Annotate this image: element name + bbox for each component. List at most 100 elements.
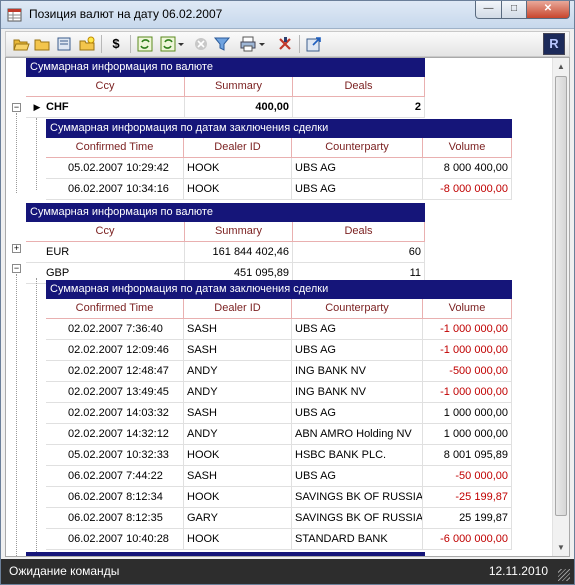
refresh-dropdown-icon[interactable] [159,35,177,53]
status-text: Ожидание команды [9,564,120,578]
scroll-up-arrow-icon[interactable]: ▲ [553,58,569,75]
cell-volume: 1 000 000,00 [423,424,512,445]
maximize-button[interactable]: □ [501,1,527,19]
cell-counterparty: SAVINGS BK OF RUSSIA [292,487,423,508]
cell-confirmed-time: 02.02.2007 13:49:45 [46,382,184,403]
deal-details-grid-1: Суммарная информация по датам заключения… [46,119,512,200]
refresh-doc-icon[interactable] [56,35,74,53]
delete-icon[interactable] [276,35,294,53]
table-app-icon [7,8,22,22]
filter-icon[interactable] [213,35,231,53]
column-header-deals[interactable]: Deals [293,77,425,97]
tree-line [16,274,17,556]
expand-expander[interactable]: + [12,244,21,253]
header-row: Ccy Summary Deals [26,222,425,242]
currency-summary-grid-2: Суммарная информация по валюте Ccy Summa… [26,203,425,284]
scroll-thumb[interactable] [555,76,567,516]
table-row[interactable]: EUR 161 844 402,46 60 [26,242,425,263]
cell-dealer-id: ANDY [184,361,292,382]
cell-summary: 400,00 [185,97,293,118]
export-icon[interactable] [305,35,323,53]
column-header-dealer-id[interactable]: Dealer ID [184,138,292,158]
table-row[interactable]: 06.02.2007 8:12:35 GARY SAVINGS BK OF RUSS… [46,508,512,529]
cell-volume: 8 001 095,89 [423,445,512,466]
cell-dealer-id: GARY [184,508,292,529]
cell-counterparty: ABN AMRO Holding NV [292,424,423,445]
cell-volume: -8 000 000,00 [423,179,512,200]
app-logo: R [543,33,565,55]
table-row[interactable]: 02.02.2007 7:36:40 SASH UBS AG -1 000 000,0… [46,319,512,340]
column-header-counterparty[interactable]: Counterparty [292,299,423,319]
toolbar-separator [299,35,300,53]
cell-counterparty: ING BANK NV [292,382,423,403]
cell-counterparty: UBS AG [292,158,423,179]
column-header-confirmed-time[interactable]: Confirmed Time [46,299,184,319]
table-row[interactable]: 02.02.2007 12:09:46 SASH UBS AG -1 000 000,… [46,340,512,361]
column-header-confirmed-time[interactable]: Confirmed Time [46,138,184,158]
cell-confirmed-time: 02.02.2007 12:48:47 [46,361,184,382]
cell-volume: -50 000,00 [423,466,512,487]
cell-deals: 2 [293,97,425,118]
band-caption: Суммарная информация по валюте [26,58,425,77]
table-row[interactable]: 06.02.2007 7:44:22 SASH UBS AG -50 000,00 [46,466,512,487]
cell-summary: 161 844 402,46 [185,242,293,263]
cell-confirmed-time: 02.02.2007 7:36:40 [46,319,184,340]
column-header-ccy[interactable]: Ccy [26,222,185,242]
new-icon[interactable] [78,35,96,53]
table-row[interactable]: 06.02.2007 10:34:16 HOOK UBS AG -8 000 0… [46,179,512,200]
column-header-counterparty[interactable]: Counterparty [292,138,423,158]
resize-grip-icon[interactable] [558,569,570,581]
vertical-scrollbar[interactable]: ▲ ▼ [552,58,569,556]
table-row[interactable]: 05.02.2007 10:32:33 HOOK HSBC BANK PLC. 8 0… [46,445,512,466]
table-row[interactable]: 05.02.2007 10:29:42 HOOK UBS AG 8 000 40… [46,158,512,179]
cell-confirmed-time: 06.02.2007 7:44:22 [46,466,184,487]
collapse-expander[interactable]: − [12,103,21,112]
table-row[interactable]: 06.02.2007 8:12:34 HOOK SAVINGS BK OF RUSS… [46,487,512,508]
column-header-summary[interactable]: Summary [185,77,293,97]
cell-dealer-id: HOOK [184,529,292,550]
column-header-volume[interactable]: Volume [423,138,512,158]
cell-confirmed-time: 02.02.2007 12:09:46 [46,340,184,361]
cell-counterparty: UBS AG [292,319,423,340]
tree-line [36,278,37,556]
deal-details-grid-2: Суммарная информация по датам заключения… [46,280,512,550]
table-row[interactable]: 06.02.2007 10:40:28 HOOK STANDARD BANK -6 0… [46,529,512,550]
scroll-down-arrow-icon[interactable]: ▼ [553,539,569,556]
header-row: Ccy Summary Deals [26,77,425,97]
toolbar: $ R [5,31,570,57]
cell-deals: 60 [293,242,425,263]
cell-counterparty: SAVINGS BK OF RUSSIA [292,508,423,529]
column-header-dealer-id[interactable]: Dealer ID [184,299,292,319]
table-row[interactable]: 02.02.2007 12:48:47 ANDY ING BANK NV -500 0… [46,361,512,382]
band-caption: Суммарная информация по датам заключения… [46,280,512,299]
refresh-icon[interactable] [136,35,154,53]
column-header-volume[interactable]: Volume [423,299,512,319]
folder-icon[interactable] [33,35,51,53]
minimize-button[interactable]: — [475,1,502,19]
cell-confirmed-time: 05.02.2007 10:32:33 [46,445,184,466]
chevron-down-icon[interactable] [177,35,185,53]
table-row[interactable]: CHF 400,00 2 [26,97,425,118]
table-row[interactable]: 02.02.2007 14:03:32 SASH UBS AG 1 000 000,0… [46,403,512,424]
cancel-icon[interactable] [192,35,210,53]
column-header-summary[interactable]: Summary [185,222,293,242]
close-button[interactable]: ✕ [526,1,570,19]
cell-counterparty: UBS AG [292,466,423,487]
print-icon[interactable] [239,35,257,53]
column-header-deals[interactable]: Deals [293,222,425,242]
cell-volume: -1 000 000,00 [423,319,512,340]
cell-volume: 25 199,87 [423,508,512,529]
table-row[interactable]: 02.02.2007 14:32:12 ANDY ABN AMRO Holding … [46,424,512,445]
cell-confirmed-time: 02.02.2007 14:32:12 [46,424,184,445]
collapse-expander[interactable]: − [12,264,21,273]
cell-dealer-id: SASH [184,403,292,424]
current-row-indicator: ▶ [33,102,41,112]
cell-volume: -1 000 000,00 [423,340,512,361]
title-bar[interactable]: Позиция валют на дату 06.02.2007 — □ ✕ [1,1,574,29]
open-folder-icon[interactable] [12,35,30,53]
chevron-down-icon[interactable] [258,35,266,53]
currency-summary-grid-1: Суммарная информация по валюте Ccy Summa… [26,58,425,118]
table-row[interactable]: 02.02.2007 13:49:45 ANDY ING BANK NV -1 000… [46,382,512,403]
dollar-button[interactable]: $ [107,35,125,53]
column-header-ccy[interactable]: Ccy [26,77,185,97]
